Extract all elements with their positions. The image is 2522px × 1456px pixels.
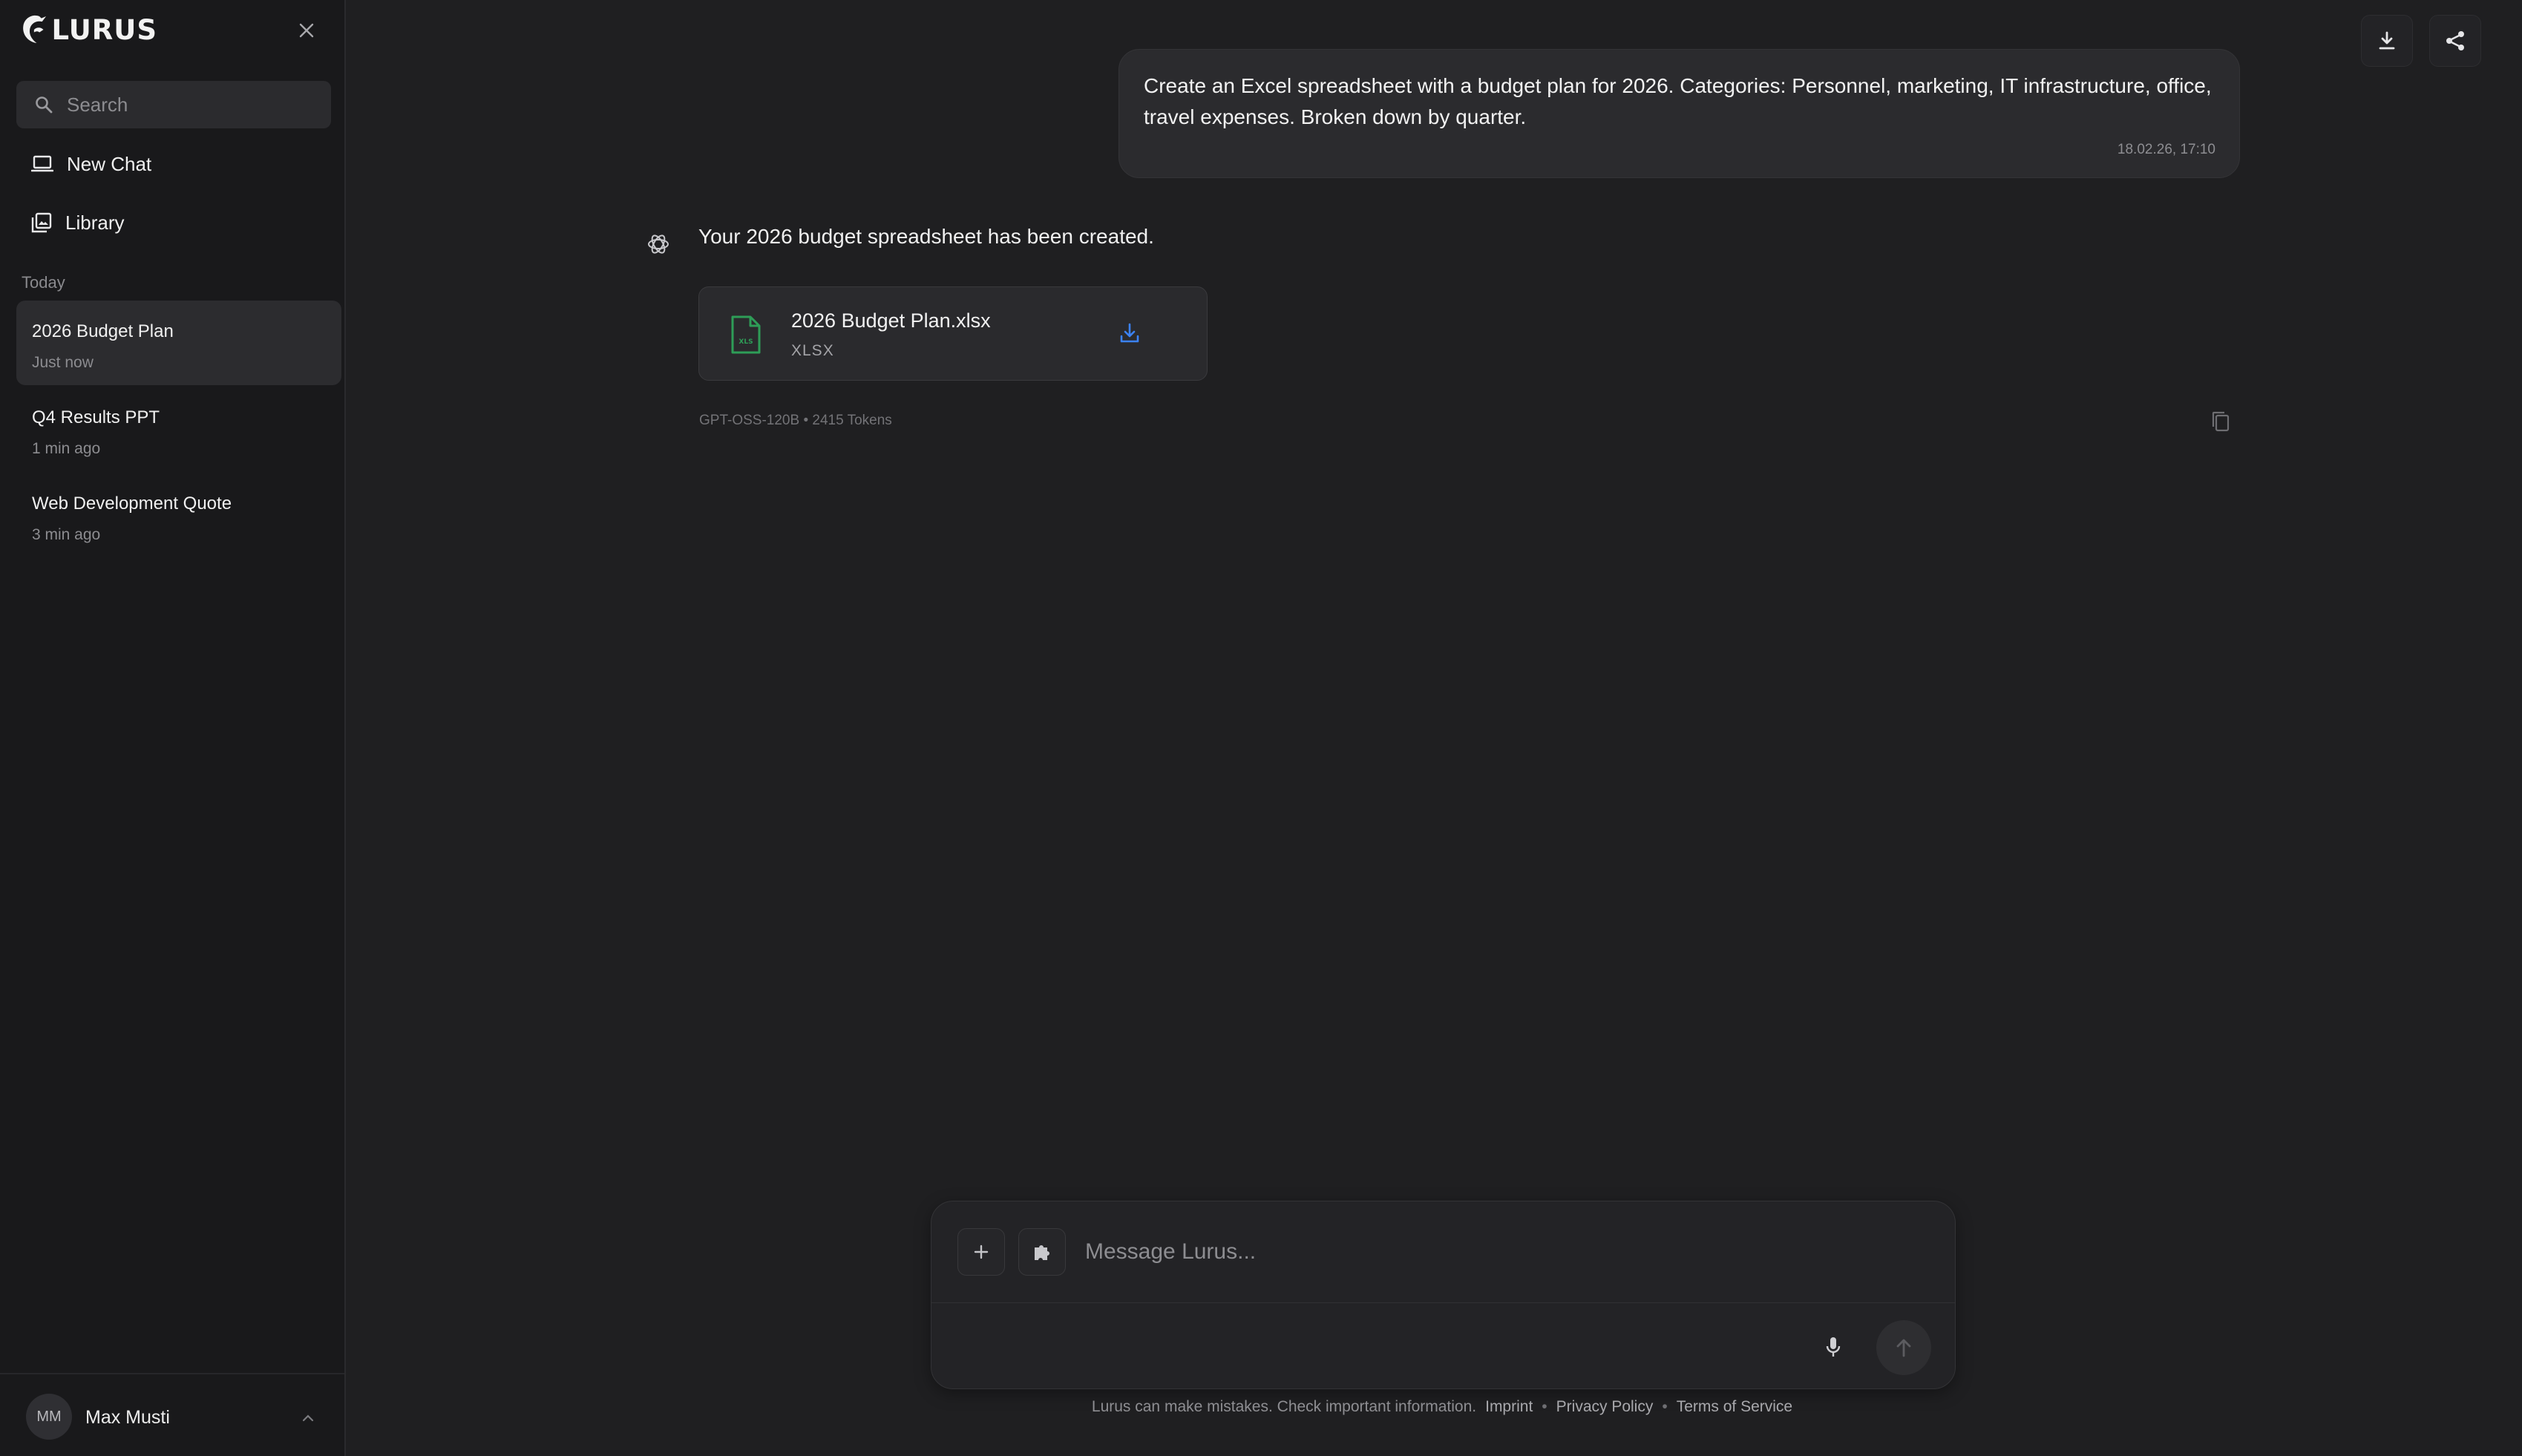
privacy-policy-link[interactable]: Privacy Policy	[1556, 1398, 1654, 1416]
chat-title: 2026 Budget Plan	[32, 321, 174, 341]
message-timestamp: 18.02.26, 17:10	[2117, 142, 2215, 157]
close-sidebar-button[interactable]	[294, 18, 319, 43]
lurus-logo-icon	[23, 15, 47, 44]
brand-logo[interactable]: LURUS	[19, 9, 157, 50]
chat-time: 1 min ago	[32, 440, 101, 457]
search-icon	[36, 96, 53, 114]
model-token-info: GPT-OSS-120B • 2415 Tokens	[699, 413, 892, 428]
chat-history-item[interactable]: 2026 Budget Plan Just now	[16, 301, 341, 385]
plus-icon	[974, 1245, 989, 1259]
section-label-today: Today	[22, 273, 65, 292]
library-button[interactable]: Library	[16, 199, 331, 246]
share-icon	[2446, 31, 2464, 50]
assistant-message-text: Your 2026 budget spreadsheet has been cr…	[698, 225, 1154, 248]
assistant-avatar-icon	[648, 235, 669, 254]
disclaimer-text: Lurus can make mistakes. Check important…	[1091, 1398, 1477, 1415]
library-icon	[31, 212, 52, 233]
chat-title: Web Development Quote	[32, 493, 232, 514]
download-chat-button[interactable]	[2361, 15, 2413, 67]
copy-icon	[2212, 411, 2230, 432]
search-box[interactable]	[16, 81, 331, 128]
chat-history-item[interactable]: Web Development Quote 3 min ago	[16, 473, 341, 557]
sidebar: LURUS New Chat Library Today 2026 Budget…	[0, 0, 346, 1456]
message-composer	[931, 1201, 1956, 1389]
chat-time: 3 min ago	[32, 526, 101, 543]
composer-divider	[931, 1302, 1955, 1303]
copy-message-button[interactable]	[2206, 408, 2236, 435]
spreadsheet-file-icon: XLS	[731, 315, 761, 354]
laptop-icon	[31, 155, 53, 172]
close-icon	[299, 23, 314, 38]
microphone-icon	[1826, 1337, 1841, 1357]
plugins-button[interactable]	[1018, 1228, 1066, 1276]
svg-text:XLS: XLS	[738, 338, 753, 346]
terms-of-service-link[interactable]: Terms of Service	[1677, 1398, 1792, 1416]
file-download-button[interactable]	[1112, 315, 1147, 351]
separator-dot: •	[1662, 1398, 1668, 1415]
search-input[interactable]	[67, 93, 319, 117]
legal-footer: Lurus can make mistakes. Check important…	[0, 1398, 2522, 1416]
file-type: XLSX	[791, 342, 834, 359]
separator-dot: •	[1542, 1398, 1547, 1415]
imprint-link[interactable]: Imprint	[1485, 1398, 1533, 1416]
file-name: 2026 Budget Plan.xlsx	[791, 309, 991, 332]
voice-input-button[interactable]	[1815, 1329, 1852, 1366]
library-label: Library	[65, 211, 125, 234]
arrow-up-icon	[1896, 1339, 1911, 1357]
new-chat-label: New Chat	[67, 152, 152, 175]
user-message-bubble: Create an Excel spreadsheet with a budge…	[1118, 49, 2240, 178]
download-icon	[1120, 323, 1139, 343]
chat-time: Just now	[32, 354, 94, 371]
file-attachment-card[interactable]: XLS 2026 Budget Plan.xlsx XLSX	[698, 286, 1208, 381]
puzzle-icon	[1035, 1245, 1049, 1260]
chat-title: Q4 Results PPT	[32, 407, 160, 427]
user-message-text: Create an Excel spreadsheet with a budge…	[1144, 74, 2212, 128]
chat-history-item[interactable]: Q4 Results PPT 1 min ago	[16, 387, 341, 471]
message-input[interactable]	[1085, 1234, 1902, 1270]
add-attachment-button[interactable]	[957, 1228, 1005, 1276]
new-chat-button[interactable]: New Chat	[16, 140, 331, 188]
brand-name: LURUS	[51, 13, 157, 46]
download-icon	[2379, 31, 2395, 50]
send-button[interactable]	[1876, 1320, 1931, 1375]
share-button[interactable]	[2429, 15, 2481, 67]
